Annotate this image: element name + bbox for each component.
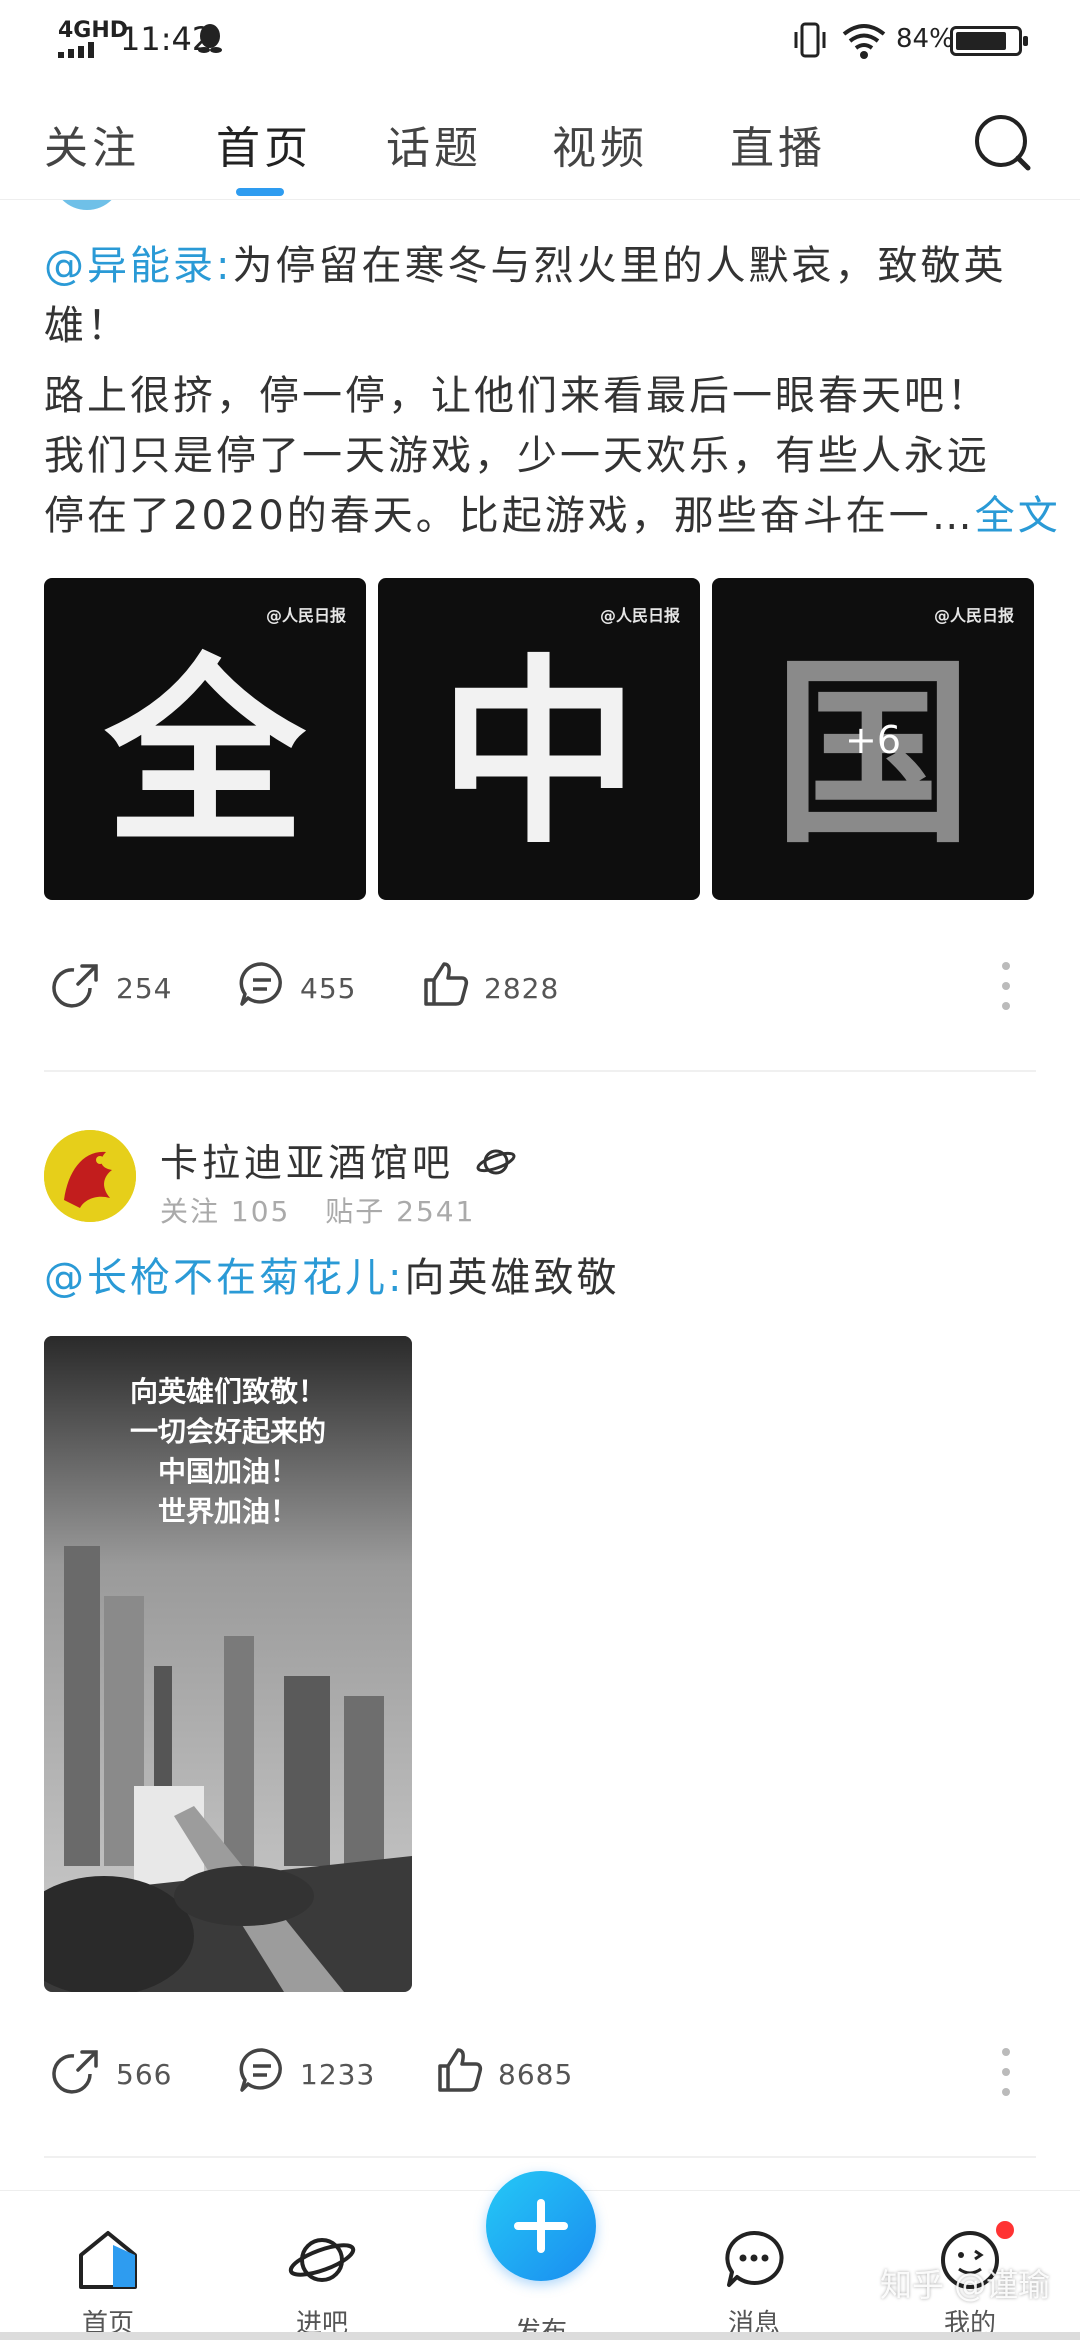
share-icon [52, 964, 98, 1008]
svg-text:中: 中 [439, 636, 639, 871]
source-watermark: 知乎 @谨瑜 [880, 2266, 1051, 2304]
post-photo[interactable]: 向英雄们致敬！ 一切会好起来的 中国加油！ 世界加油！ [44, 1336, 412, 1992]
thumbs-up-icon [424, 962, 469, 1006]
forum-name-row[interactable]: 卡拉迪亚酒馆吧 [160, 1132, 516, 1187]
post-image-2[interactable]: @人民日报 中 [378, 578, 700, 900]
photo-caption: 向英雄们致敬！ 一切会好起来的 中国加油！ 世界加油！ [44, 1372, 412, 1532]
comment-icon [239, 962, 282, 1006]
post-action-bar: 566 1233 8685 [0, 2022, 1080, 2122]
status-bar: 4GHD 11:42 84% [0, 0, 1080, 80]
post-author-mention[interactable]: @长枪不在菊花儿: [44, 1255, 404, 1301]
tab-topics[interactable]: 话题 [386, 112, 482, 176]
post-text-line: 我们只是停了一天游戏，少一天欢乐，有些人永远 [44, 433, 990, 479]
follow-count: 关注 105 [160, 1195, 291, 1228]
image-character: 全 [104, 636, 307, 871]
post-text-line: 停在了2020的春天。比起游戏，那些奋斗在一…全文 [44, 486, 1061, 546]
post-image-1[interactable]: @人民日报 全 [44, 578, 366, 900]
share-icon [52, 2050, 98, 2094]
more-images-badge: +6 [844, 718, 902, 762]
post-text: 为停留在寒冬与烈火里的人默哀，致敬英 [232, 243, 1007, 289]
tab-home[interactable]: 首页 [216, 112, 312, 176]
nav-messages[interactable]: 消息 [694, 2221, 814, 2339]
more-options-icon[interactable] [1000, 2046, 1012, 2098]
notification-dot [994, 2219, 1016, 2241]
battery-percent: 84% [896, 24, 954, 54]
active-tab-indicator [236, 188, 284, 196]
caption-line: 一切会好起来的 [129, 1415, 326, 1448]
planet-icon [476, 1149, 516, 1175]
posts-count: 贴子 2541 [325, 1195, 476, 1228]
vibrate-icon [794, 22, 826, 58]
comment-count: 455 [300, 972, 357, 1005]
share-count: 566 [116, 2058, 173, 2091]
tab-live[interactable]: 直播 [730, 112, 826, 176]
home-icon [79, 2231, 137, 2289]
plus-icon [514, 2199, 568, 2253]
post-text-line: @异能录:为停留在寒冬与烈火里的人默哀，致敬英 [44, 236, 1006, 296]
post-text: 停在了2020的春天。比起游戏，那些奋斗在一… [44, 493, 975, 539]
image-character: 中 [439, 636, 639, 871]
comment-icon [239, 2048, 282, 2092]
post-text-line: 雄！ [44, 303, 130, 349]
post-author-mention[interactable]: @异能录: [44, 243, 232, 289]
post-action-bar: 254 455 2828 [0, 936, 1080, 1036]
qq-icon [198, 24, 222, 53]
nav-forums[interactable]: 进吧 [262, 2221, 382, 2339]
search-icon[interactable] [972, 112, 1034, 174]
comment-count: 1233 [300, 2058, 376, 2091]
battery-icon [950, 26, 1028, 56]
forum-name: 卡拉迪亚酒馆吧 [160, 1141, 455, 1185]
publish-button[interactable]: 发布 [486, 2171, 596, 2340]
like-count: 8685 [498, 2058, 574, 2091]
feed: @异能录:为停留在寒冬与烈火里的人默哀，致敬英 雄！ 路上很挤，停一停，让他们来… [0, 200, 1080, 2190]
message-icon [725, 2230, 784, 2287]
post-text-line: @长枪不在菊花儿:向英雄致敬 [44, 1248, 619, 1308]
post-text: 向英雄致敬 [404, 1255, 620, 1301]
read-more-link[interactable]: 全文 [975, 493, 1061, 539]
dragon-emblem-icon [44, 1130, 136, 1222]
planet-icon [288, 2238, 356, 2282]
caption-line: 向英雄们致敬！ [129, 1375, 326, 1408]
signal-icon [58, 42, 94, 58]
caption-line: 世界加油！ [157, 1495, 298, 1528]
post-text-line: 路上很挤，停一停，让他们来看最后一眼春天吧！ [44, 373, 990, 419]
thumbs-up-icon [438, 2048, 483, 2092]
more-options-icon[interactable] [1000, 960, 1012, 1012]
forum-avatar[interactable] [44, 1130, 136, 1222]
top-nav: 关注 首页 话题 视频 直播 [0, 90, 1080, 200]
like-count: 2828 [484, 972, 560, 1005]
post-divider [44, 2156, 1036, 2158]
caption-line: 中国加油！ [157, 1455, 298, 1488]
avatar[interactable] [52, 200, 122, 210]
gesture-bar [0, 2332, 1080, 2340]
tab-follow[interactable]: 关注 [44, 112, 140, 176]
svg-text:全: 全 [104, 636, 307, 871]
share-count: 254 [116, 972, 173, 1005]
tab-video[interactable]: 视频 [552, 112, 648, 176]
post-divider [44, 1070, 1036, 1072]
network-type: 4GHD [58, 18, 129, 43]
wifi-icon [842, 24, 886, 59]
forum-meta: 关注 105 贴子 2541 [160, 1190, 475, 1230]
nav-home[interactable]: 首页 [48, 2221, 168, 2339]
post-image-3[interactable]: @人民日报 国 +6 [712, 578, 1034, 900]
